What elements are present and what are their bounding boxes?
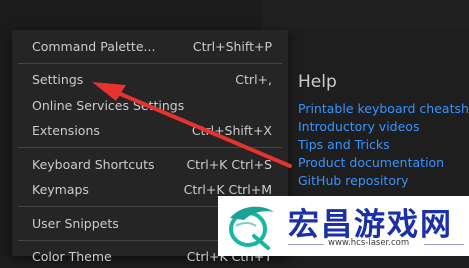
menu-item-command-palette[interactable]: Command Palette... Ctrl+Shift+P: [12, 36, 288, 58]
menu-item-label: Online Services Settings: [32, 98, 185, 113]
menu-separator: [18, 147, 282, 148]
menu-separator: [18, 63, 282, 64]
menu-item-shortcut: Ctrl+,: [235, 72, 272, 87]
menu-item-label: Command Palette...: [32, 39, 156, 54]
menu-item-label: Extensions: [32, 123, 100, 138]
watermark-logo-icon: [229, 206, 274, 250]
menu-item-online-services-settings[interactable]: Online Services Settings: [12, 95, 288, 117]
menu-item-label: Color Theme: [32, 249, 112, 264]
watermark-divider: [288, 244, 324, 245]
menu-item-label: User Snippets: [32, 216, 119, 231]
help-link-introductory-videos[interactable]: Introductory videos: [298, 118, 419, 136]
menu-item-label: Settings: [32, 72, 84, 87]
menu-item-keyboard-shortcuts[interactable]: Keyboard Shortcuts Ctrl+K Ctrl+S: [12, 154, 288, 176]
help-link-tips-and-tricks[interactable]: Tips and Tricks: [298, 136, 390, 154]
watermark-banner: 宏昌游戏网 www.hcs-laser.com: [218, 196, 469, 256]
help-heading: Help: [298, 72, 337, 92]
menu-item-extensions[interactable]: Extensions Ctrl+Shift+X: [12, 120, 288, 142]
menu-item-label: Keyboard Shortcuts: [32, 157, 155, 172]
menu-item-shortcut: Ctrl+K Ctrl+S: [186, 157, 272, 172]
menu-item-settings[interactable]: Settings Ctrl+,: [12, 69, 288, 91]
help-link-keyboard-cheatsheet[interactable]: Printable keyboard cheatsheet: [298, 100, 469, 118]
help-link-github-repository[interactable]: GitHub repository: [298, 172, 409, 190]
watermark-url: www.hcs-laser.com: [328, 238, 410, 248]
editor-tab-area: [262, 0, 469, 30]
menu-item-label: Keymaps: [32, 182, 89, 197]
title-bar: [0, 0, 469, 30]
menu-item-shortcut: Ctrl+Shift+P: [192, 39, 272, 54]
watermark-divider: [424, 244, 464, 245]
activity-bar: [0, 30, 12, 256]
menu-item-shortcut: Ctrl+Shift+X: [191, 123, 272, 138]
help-link-product-documentation[interactable]: Product documentation: [298, 154, 444, 172]
